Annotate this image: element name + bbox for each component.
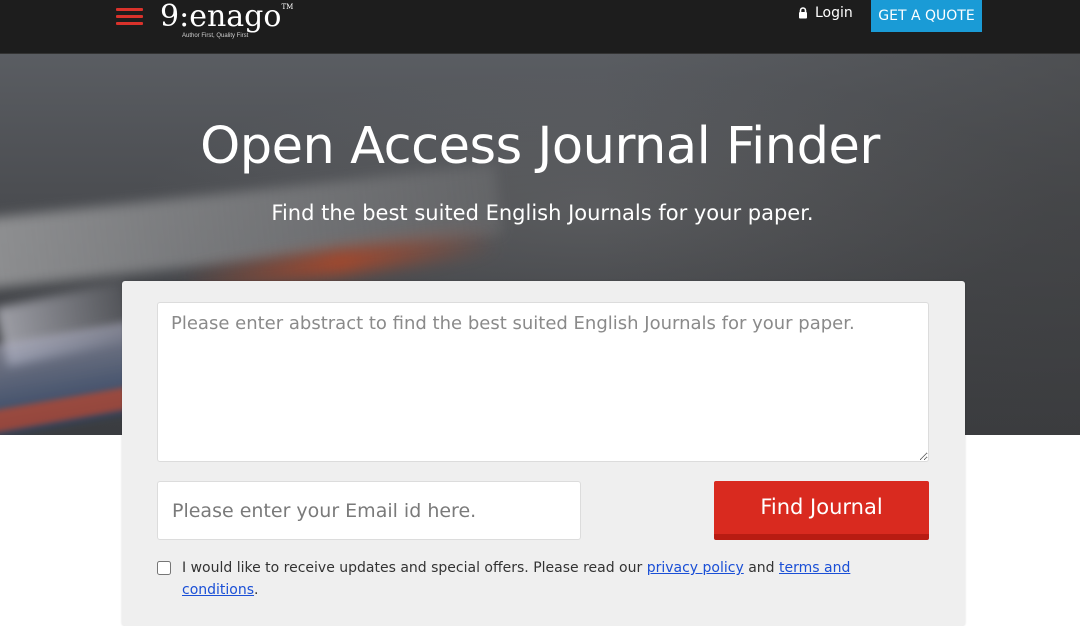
enago-logo[interactable]: 9:enagoTM Author First, Quality First [160,0,294,44]
logo-wordmark: 9:enagoTM [160,0,294,34]
logo-tagline: Author First, Quality First [182,33,249,39]
top-navigation-bar: 9:enagoTM Author First, Quality First Lo… [0,0,1080,54]
login-link[interactable]: Login [798,4,853,22]
page-title: Open Access Journal Finder [200,117,880,176]
get-a-quote-button[interactable]: GET A QUOTE [871,0,982,32]
lock-icon [799,7,807,19]
page-subtitle: Find the best suited English Journals fo… [271,201,814,225]
hamburger-menu-icon[interactable] [116,7,143,27]
consent-text: I would like to receive updates and spec… [182,560,851,598]
consent-row: I would like to receive updates and spec… [157,557,857,601]
privacy-policy-link[interactable]: privacy policy [647,560,744,576]
find-journal-button[interactable]: Find Journal [714,481,929,540]
abstract-textarea[interactable] [157,302,929,462]
email-input[interactable] [157,481,581,540]
consent-checkbox[interactable] [157,561,171,575]
journal-finder-form: Find Journal I would like to receive upd… [122,281,965,626]
login-label: Login [815,5,853,21]
